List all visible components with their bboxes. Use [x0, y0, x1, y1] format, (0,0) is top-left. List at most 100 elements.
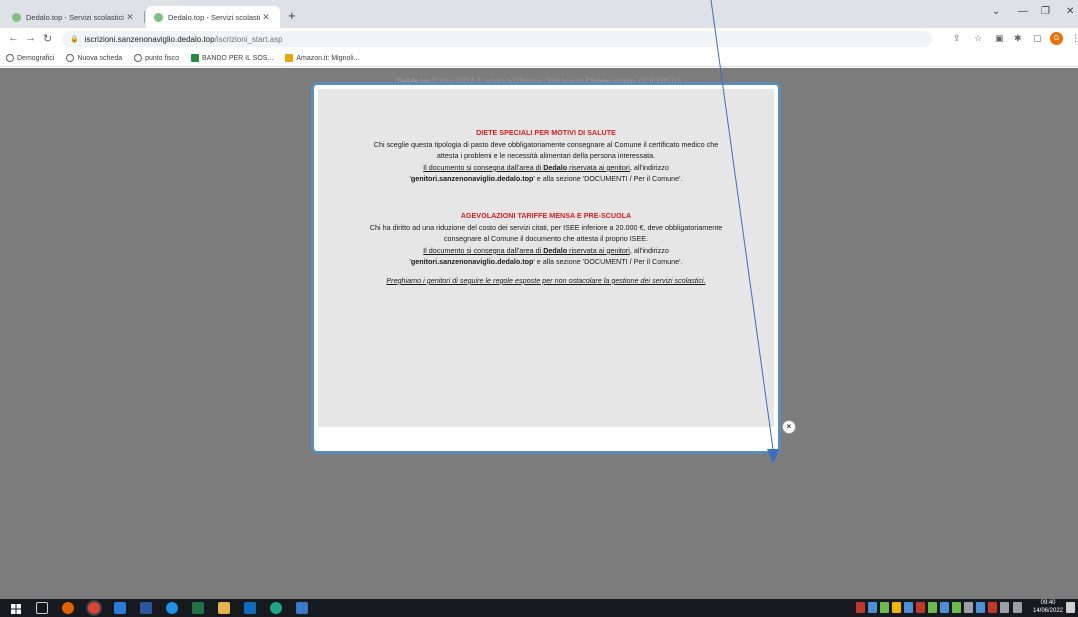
- globe-icon: [6, 54, 14, 62]
- bookmarks-bar: Demografici Nuova scheda punto fisco BAN…: [0, 50, 1078, 67]
- address-bar[interactable]: 🔒 iscrizioni.sanzenonaviglio.dedalo.top /…: [62, 31, 932, 47]
- dedalo-favicon-icon: [12, 12, 21, 22]
- tray-app-icon[interactable]: [880, 602, 889, 613]
- bookmark-punto-fisco[interactable]: punto fisco: [134, 54, 179, 62]
- genitori-address: genitori.sanzenonaviglio.dedalo.top: [410, 174, 534, 184]
- tray-app-icon[interactable]: [952, 602, 961, 613]
- tray-app-icon[interactable]: [868, 602, 877, 613]
- maximize-icon[interactable]: ❐: [1041, 6, 1050, 17]
- tab-dedalo-1[interactable]: Dedalo.top - Servizi scolastici ✕: [4, 6, 144, 28]
- calendar-icon[interactable]: [114, 602, 126, 614]
- text-fragment: Il documento si consegna dall'area di: [423, 162, 544, 172]
- bookmark-demografici[interactable]: Demografici: [6, 54, 54, 62]
- modal-content: DIETE SPECIALI PER MOTIVI DI SALUTE Chi …: [318, 127, 774, 287]
- chrome-icon[interactable]: [88, 602, 100, 614]
- task-view-icon[interactable]: [36, 602, 48, 614]
- tab-close-icon[interactable]: ✕: [260, 12, 272, 23]
- url-host: iscrizioni.sanzenonaviglio.dedalo.top: [84, 34, 215, 44]
- tray-app-icon[interactable]: [976, 602, 985, 613]
- window-close-icon[interactable]: ✕: [1066, 6, 1074, 17]
- reload-icon[interactable]: ↻: [43, 32, 52, 45]
- mail-icon[interactable]: [244, 602, 256, 614]
- tray-app-icon[interactable]: [916, 602, 925, 613]
- bookmark-nuova-scheda[interactable]: Nuova scheda: [66, 54, 122, 62]
- sheets-icon: [190, 54, 199, 62]
- windows-start-icon[interactable]: [10, 602, 22, 614]
- menu-kebab-icon[interactable]: ⋮: [1071, 33, 1078, 44]
- extension-icon[interactable]: ▣: [995, 33, 1004, 44]
- minimize-icon[interactable]: —: [1018, 6, 1028, 17]
- notifications-icon[interactable]: [1066, 602, 1075, 613]
- new-tab-icon[interactable]: +: [288, 8, 296, 23]
- address-line: 'genitori.sanzenonaviglio.dedalo.top' e …: [318, 256, 774, 268]
- bookmark-label: Amazon.it: Mignoli...: [296, 54, 360, 62]
- text-fragment: , all'indirizzo: [629, 162, 669, 172]
- side-panel-icon[interactable]: ▢: [1033, 33, 1042, 44]
- tray-app-icon[interactable]: [988, 602, 997, 613]
- tab-title: Dedalo.top - Servizi scolastici: [168, 12, 260, 22]
- bookmark-label: Demografici: [17, 54, 55, 62]
- lock-icon: 🔒: [70, 36, 79, 43]
- internet-explorer-icon[interactable]: [166, 602, 178, 614]
- tab-search-icon[interactable]: ⌄: [992, 6, 1000, 17]
- tray-app-icon[interactable]: [904, 602, 913, 613]
- clock-date: 14/06/2022: [1032, 607, 1064, 614]
- tab-close-icon[interactable]: ✕: [124, 12, 136, 23]
- firefox-icon[interactable]: [62, 602, 74, 614]
- section-title-agevolazioni: AGEVOLAZIONI TARIFFE MENSA E PRE-SCUOLA: [460, 210, 632, 220]
- bookmark-label: BANDO PER IL SOS...: [201, 54, 274, 62]
- edge-icon[interactable]: [270, 602, 282, 614]
- dedalo-link[interactable]: Dedalo: [543, 163, 567, 172]
- back-arrow-icon[interactable]: ←: [8, 32, 19, 44]
- tray-app-icon[interactable]: [928, 602, 937, 613]
- tab-title: Dedalo.top - Servizi scolastici: [26, 12, 124, 22]
- genitori-link[interactable]: riservata ai genitori: [567, 246, 630, 255]
- word-icon[interactable]: [140, 602, 152, 614]
- bookmark-bando[interactable]: BANDO PER IL SOS...: [190, 54, 274, 62]
- tray-app-icon[interactable]: [940, 602, 949, 613]
- file-explorer-icon[interactable]: [218, 602, 230, 614]
- bookmark-label: punto fisco: [145, 54, 179, 62]
- info-modal: DIETE SPECIALI PER MOTIVI DI SALUTE Chi …: [311, 82, 781, 454]
- modal-close-button[interactable]: ×: [782, 420, 796, 434]
- section-title-diete: DIETE SPECIALI PER MOTIVI DI SALUTE: [476, 128, 616, 137]
- globe-icon: [66, 54, 75, 62]
- excel-icon[interactable]: [192, 602, 204, 614]
- clock-time: 09:40: [1040, 600, 1056, 606]
- genitori-address: genitori.sanzenonaviglio.dedalo.top: [410, 257, 534, 267]
- tray-app-icon[interactable]: [964, 602, 973, 613]
- dedalo-favicon-icon: [154, 12, 163, 22]
- document-info-line: Il documento si consegna dall'area di De…: [318, 245, 774, 257]
- globe-icon: [134, 54, 143, 62]
- tab-separator: [144, 11, 145, 23]
- forward-arrow-icon[interactable]: →: [25, 32, 36, 44]
- text-fragment: , all'indirizzo: [629, 245, 669, 255]
- text-fragment: ' e alla sezione 'DOCUMENTI / Per il Com…: [533, 257, 683, 267]
- tray-app-icon[interactable]: [892, 602, 901, 613]
- taskbar-clock[interactable]: 09:40 14/06/2022: [1030, 600, 1066, 615]
- browser-toolbar: ← → ↻ 🔒 iscrizioni.sanzenonaviglio.dedal…: [0, 28, 1078, 50]
- text-line: attesta i problemi e le necessità alimen…: [436, 151, 656, 161]
- address-line: 'genitori.sanzenonaviglio.dedalo.top' e …: [318, 173, 774, 185]
- volume-icon[interactable]: [1013, 602, 1022, 613]
- bookmark-label: Nuova scheda: [77, 54, 123, 62]
- genitori-link[interactable]: riservata ai genitori: [567, 163, 630, 172]
- share-icon[interactable]: ⇪: [953, 33, 961, 44]
- text-line: Chi sceglie questa tipologia di pasto de…: [373, 139, 719, 149]
- app-icon[interactable]: [296, 602, 308, 614]
- text-line: consegnare al Comune il documento che at…: [443, 234, 649, 244]
- modal-body: DIETE SPECIALI PER MOTIVI DI SALUTE Chi …: [318, 89, 774, 427]
- text-fragment: Il documento si consegna dall'area di: [423, 245, 544, 255]
- tray-app-icon[interactable]: [856, 602, 865, 613]
- tab-dedalo-2[interactable]: Dedalo.top - Servizi scolastici ✕: [146, 6, 280, 28]
- dedalo-link[interactable]: Dedalo: [543, 246, 567, 255]
- profile-avatar[interactable]: G: [1050, 32, 1063, 45]
- bookmark-star-icon[interactable]: ☆: [974, 33, 982, 44]
- windows-taskbar: 09:40 14/06/2022: [0, 599, 1078, 617]
- bookmark-amazon[interactable]: Amazon.it: Mignoli...: [285, 54, 359, 62]
- document-info-line: Il documento si consegna dall'area di De…: [318, 162, 774, 174]
- network-icon[interactable]: [1000, 602, 1009, 613]
- tab-strip: Dedalo.top - Servizi scolastici ✕ Dedalo…: [0, 0, 1078, 28]
- puzzle-extensions-icon[interactable]: ✱: [1014, 33, 1022, 44]
